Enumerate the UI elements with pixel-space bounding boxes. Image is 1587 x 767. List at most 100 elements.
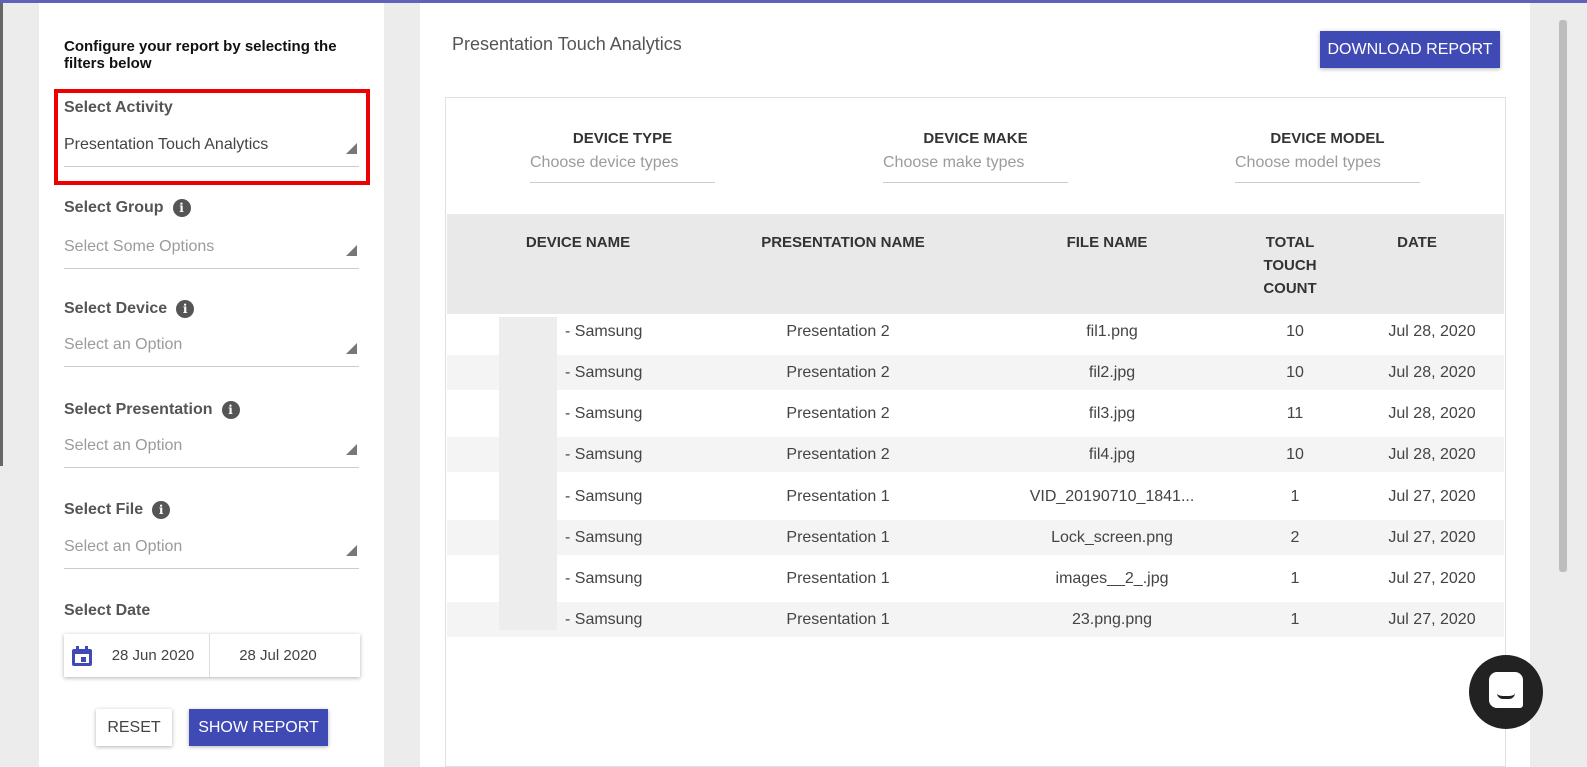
presentation-name-cell: Presentation 1: [786, 611, 890, 628]
dropdown-triangle-icon: [346, 143, 357, 154]
date-cell: Jul 28, 2020: [1388, 446, 1476, 463]
file-select[interactable]: Select an Option: [64, 532, 359, 569]
file-name-cell: VID_20190710_1841...: [1029, 488, 1195, 505]
device-select-placeholder: Select an Option: [64, 336, 183, 353]
device-label-text: Select Device: [64, 300, 168, 317]
date-cell: Jul 28, 2020: [1388, 364, 1476, 381]
report-card: DEVICE TYPE Choose device types DEVICE M…: [445, 97, 1506, 767]
file-name-cell: 23.png.png: [1071, 611, 1153, 628]
redacted-device-name-mask: [499, 317, 557, 630]
device-select[interactable]: Select an Option: [64, 330, 359, 367]
file-name-cell: fil2.jpg: [1088, 364, 1136, 381]
presentation-name-cell: Presentation 1: [786, 488, 890, 505]
group-label: Select Group i: [64, 199, 191, 217]
presentation-select-placeholder: Select an Option: [64, 437, 183, 454]
table-row[interactable]: - Samsung Presentation 1 Lock_screen.png 2 J…: [447, 520, 1504, 555]
presentation-label: Select Presentation i: [64, 401, 240, 419]
show-report-button[interactable]: SHOW REPORT: [189, 709, 328, 746]
chat-launcher-button[interactable]: [1469, 655, 1543, 729]
file-name-cell: fil3.jpg: [1088, 405, 1136, 422]
column-header-file-name[interactable]: FILE NAME: [1037, 231, 1177, 254]
date-range-picker[interactable]: 28 Jun 2020 28 Jul 2020: [64, 634, 360, 677]
activity-label: Select Activity: [64, 99, 173, 117]
device-model-filter: DEVICE MODEL Choose model types: [1235, 130, 1420, 183]
date-cell: Jul 28, 2020: [1388, 323, 1476, 340]
info-icon[interactable]: i: [152, 501, 171, 519]
page-scrollbar[interactable]: [1559, 20, 1567, 572]
device-type-input[interactable]: Choose device types: [530, 154, 715, 183]
file-label-text: Select File: [64, 501, 144, 518]
group-select[interactable]: Select Some Options: [64, 232, 359, 269]
touch-count-cell: 10: [1286, 323, 1304, 340]
info-icon[interactable]: i: [221, 401, 240, 419]
column-header-presentation-name[interactable]: PRESENTATION NAME: [747, 231, 939, 254]
device-type-filter: DEVICE TYPE Choose device types: [530, 130, 715, 183]
touch-count-cell: 10: [1286, 364, 1304, 381]
sidebar-intro: Configure your report by selecting the f…: [64, 38, 337, 72]
group-select-placeholder: Select Some Options: [64, 238, 215, 255]
info-icon[interactable]: i: [172, 199, 191, 217]
column-header-total-touch-count[interactable]: TOTAL TOUCH COUNT: [1255, 231, 1325, 300]
table-row[interactable]: - Samsung Presentation 2 fil2.jpg 10 Jul 28,…: [447, 355, 1504, 390]
date-from[interactable]: 28 Jun 2020: [97, 634, 210, 677]
presentation-name-cell: Presentation 2: [786, 405, 890, 422]
device-make-filter: DEVICE MAKE Choose make types: [883, 130, 1068, 183]
touch-count-cell: 2: [1290, 529, 1300, 546]
device-make-input[interactable]: Choose make types: [883, 154, 1068, 183]
device-type-label: DEVICE TYPE: [572, 130, 673, 147]
activity-label-text: Select Activity: [64, 99, 173, 116]
file-name-cell: fil4.jpg: [1088, 446, 1136, 463]
device-model-label: DEVICE MODEL: [1270, 130, 1385, 147]
touch-count-cell: 11: [1286, 405, 1304, 422]
touch-count-cell: 1: [1290, 570, 1300, 587]
report-panel: Presentation Touch Analytics DOWNLOAD RE…: [420, 3, 1530, 767]
download-report-button[interactable]: DOWNLOAD REPORT: [1320, 31, 1500, 68]
device-make-label: DEVICE MAKE: [923, 130, 1028, 147]
date-label: Select Date: [64, 602, 150, 620]
file-label: Select File i: [64, 501, 171, 519]
activity-select[interactable]: Presentation Touch Analytics: [64, 130, 359, 167]
touch-count-cell: 10: [1286, 446, 1304, 463]
column-header-device-name[interactable]: DEVICE NAME: [502, 231, 654, 254]
device-model-input[interactable]: Choose model types: [1235, 154, 1420, 183]
table-row[interactable]: - Samsung Presentation 2 fil1.png 10 Jul 28,…: [447, 314, 1504, 349]
date-cell: Jul 27, 2020: [1388, 529, 1476, 546]
date-label-text: Select Date: [64, 602, 151, 619]
filter-sidebar: Configure your report by selecting the f…: [39, 3, 384, 767]
table-row[interactable]: - Samsung Presentation 1 23.png.png 1 Jul 27…: [447, 602, 1504, 637]
table-row[interactable]: - Samsung Presentation 1 images__2_.jpg 1 Ju…: [447, 561, 1504, 596]
date-cell: Jul 27, 2020: [1388, 570, 1476, 587]
presentation-label-text: Select Presentation: [64, 401, 213, 418]
activity-select-value: Presentation Touch Analytics: [64, 136, 269, 153]
presentation-name-cell: Presentation 2: [786, 446, 890, 463]
date-to[interactable]: 28 Jul 2020: [210, 634, 346, 677]
group-label-text: Select Group: [64, 199, 164, 216]
dropdown-triangle-icon: [346, 444, 357, 455]
presentation-name-cell: Presentation 2: [786, 323, 890, 340]
file-select-placeholder: Select an Option: [64, 538, 183, 555]
date-cell: Jul 27, 2020: [1388, 488, 1476, 505]
presentation-select[interactable]: Select an Option: [64, 431, 359, 468]
dropdown-triangle-icon: [346, 343, 357, 354]
file-name-cell: images__2_.jpg: [1055, 570, 1169, 587]
table-header: DEVICE NAME PRESENTATION NAME FILE NAME …: [447, 214, 1504, 314]
touch-count-cell: 1: [1290, 488, 1300, 505]
table-row[interactable]: - Samsung Presentation 1 VID_20190710_1841…: [447, 479, 1504, 514]
left-edge-strip: [0, 3, 3, 466]
dropdown-triangle-icon: [346, 245, 357, 256]
column-header-date[interactable]: DATE: [1377, 231, 1457, 254]
table-row[interactable]: - Samsung Presentation 2 fil4.jpg 10 Jul 28,…: [447, 437, 1504, 472]
dropdown-triangle-icon: [346, 545, 357, 556]
info-icon[interactable]: i: [176, 300, 195, 318]
date-cell: Jul 28, 2020: [1388, 405, 1476, 422]
presentation-name-cell: Presentation 2: [786, 364, 890, 381]
touch-count-cell: 1: [1290, 611, 1300, 628]
chat-bubble-icon: [1489, 672, 1523, 708]
calendar-icon[interactable]: [72, 645, 92, 666]
file-name-cell: Lock_screen.png: [1051, 529, 1173, 546]
table-row[interactable]: - Samsung Presentation 2 fil3.jpg 11 Jul 28,…: [447, 396, 1504, 431]
date-cell: Jul 27, 2020: [1388, 611, 1476, 628]
file-name-cell: fil1.png: [1086, 323, 1138, 340]
presentation-name-cell: Presentation 1: [786, 570, 890, 587]
reset-button[interactable]: RESET: [96, 709, 172, 746]
